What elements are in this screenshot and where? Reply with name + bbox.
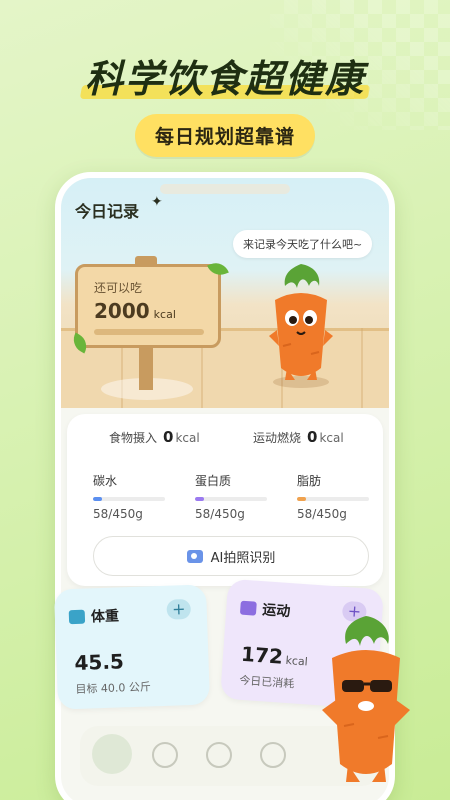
weight-widget[interactable]: 体重 + 45.5 目标 40.0 公斤	[53, 584, 211, 710]
tab-leaf-icon[interactable]	[92, 734, 132, 774]
remaining-value: 2000 kcal	[94, 299, 176, 323]
record-scene: 今日记录 ✦ 来记录今天吃了什么吧~ 还可以吃 2000 kcal	[61, 178, 389, 408]
sign-post	[139, 346, 153, 390]
ai-photo-label: AI拍照识别	[210, 550, 276, 566]
burn-unit: kcal	[319, 431, 344, 445]
nutrient-track	[297, 497, 369, 501]
tab-chart-icon[interactable]	[206, 742, 232, 768]
nutrient-value: 58/450g	[93, 507, 143, 521]
weight-goal: 目标 40.0 公斤	[75, 680, 152, 696]
burn-stat: 运动燃烧 0 kcal	[253, 428, 344, 446]
speech-bubble: 来记录今天吃了什么吧~	[233, 230, 373, 258]
headline-text-wrap: 科学饮食超健康	[75, 48, 375, 103]
promo-headline: 科学饮食超健康	[0, 48, 450, 103]
nutrient-carbs: 碳水 58/450g	[93, 472, 173, 521]
daily-summary-card: 食物摄入 0 kcal 运动燃烧 0 kcal 碳水 58/450g 蛋白质 58/45…	[67, 414, 383, 586]
tab-carrot-icon[interactable]	[260, 742, 286, 768]
carrot-mascot-sunglasses	[322, 616, 410, 782]
remaining-unit: kcal	[153, 308, 176, 321]
calorie-sign[interactable]: 还可以吃 2000 kcal	[75, 264, 221, 348]
add-weight-button[interactable]: +	[166, 598, 192, 620]
sport-title: 运动	[261, 602, 291, 621]
weight-value: 45.5	[74, 649, 125, 676]
scale-icon	[68, 609, 86, 625]
nutrient-track	[195, 497, 267, 501]
burn-value: 0	[307, 428, 318, 446]
nutrient-name: 蛋白质	[195, 474, 232, 488]
sport-title-row: 运动	[239, 598, 291, 621]
sport-sub: 今日已消耗	[238, 673, 295, 691]
remaining-bar	[94, 329, 204, 335]
intake-stat: 食物摄入 0 kcal	[109, 428, 200, 446]
burn-label: 运动燃烧	[253, 431, 302, 445]
nutrient-fat: 脂肪 58/450g	[297, 472, 377, 521]
tab-alarm-icon[interactable]	[152, 742, 178, 768]
today-record-title: 今日记录	[75, 202, 140, 221]
phone-notch	[160, 184, 290, 194]
ai-photo-button[interactable]: AI拍照识别	[93, 536, 369, 576]
remaining-label: 还可以吃	[94, 281, 143, 295]
intake-value: 0	[163, 428, 174, 446]
sport-value: 172	[240, 641, 284, 669]
nutrient-track	[93, 497, 165, 501]
nutrient-fill	[93, 497, 103, 501]
floor-line	[361, 328, 363, 408]
carrot-mascot	[269, 264, 333, 388]
camera-icon	[186, 549, 203, 563]
intake-label: 食物摄入	[109, 431, 158, 445]
nutrient-name: 脂肪	[297, 474, 322, 488]
nutrient-value: 58/450g	[195, 507, 245, 521]
sparkle-icon: ✦	[151, 194, 163, 210]
nutrient-value: 58/450g	[297, 507, 347, 521]
headline-text: 科学饮食超健康	[84, 57, 365, 101]
nutrient-fill	[297, 497, 307, 501]
weight-title: 体重	[90, 608, 120, 626]
nutrient-name: 碳水	[93, 474, 118, 488]
dumbbell-icon	[239, 600, 257, 616]
intake-unit: kcal	[175, 431, 200, 445]
sport-value-row: 172kcal	[240, 642, 308, 671]
sport-unit: kcal	[285, 653, 309, 669]
nutrient-fill	[195, 497, 205, 501]
remaining-number: 2000	[94, 299, 150, 323]
weight-title-row: 体重	[68, 605, 120, 627]
nutrient-protein: 蛋白质 58/450g	[195, 472, 275, 521]
tagline-pill: 每日规划超靠谱	[134, 114, 316, 157]
